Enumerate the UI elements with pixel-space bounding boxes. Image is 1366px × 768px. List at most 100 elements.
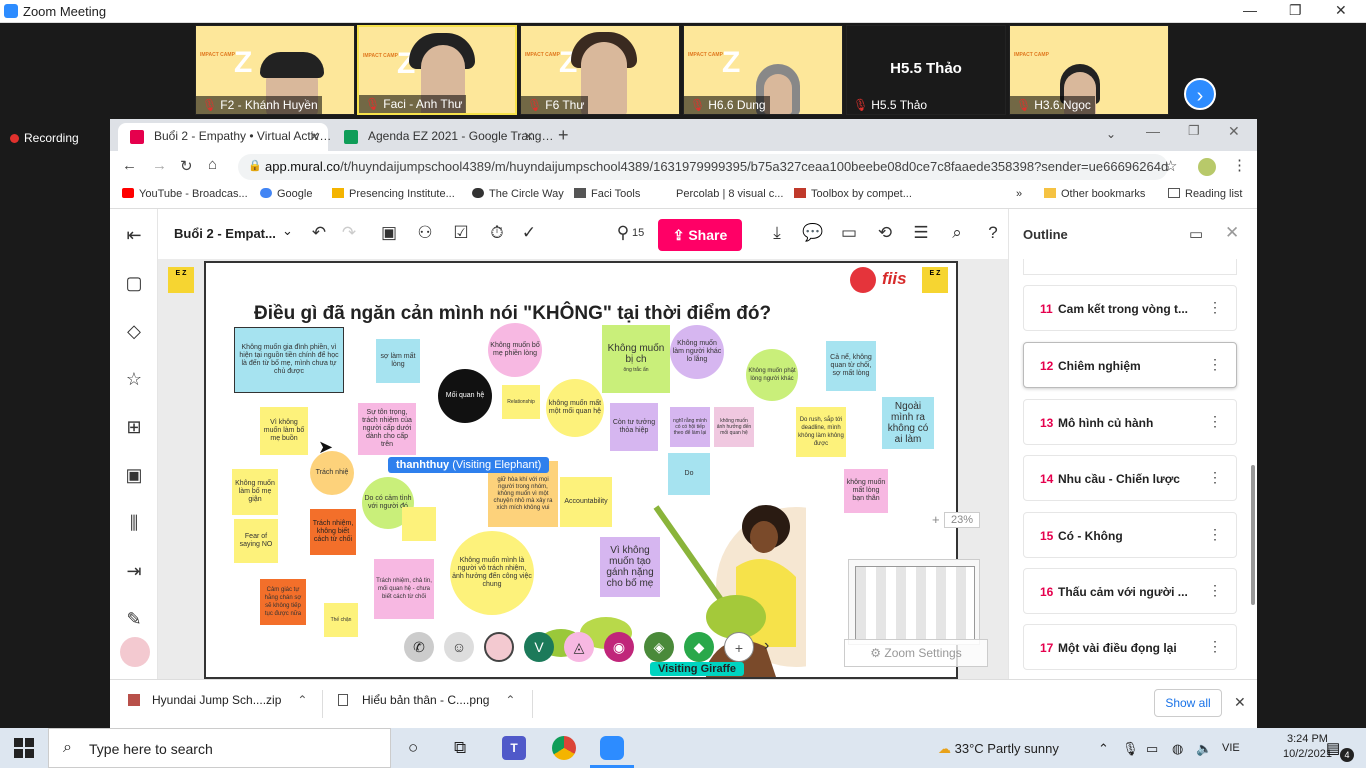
help-icon[interactable]: ?: [982, 222, 1004, 244]
animal-avatar-icon[interactable]: ◈: [644, 632, 674, 662]
download-item[interactable]: Hyundai Jump Sch....zip ⌃: [128, 693, 307, 707]
star-icon[interactable]: ☆: [122, 367, 146, 391]
participant-tile[interactable]: IMPACT CAMP Z 🎙 F2 - Khánh Huyền: [195, 25, 355, 115]
shapes-icon[interactable]: ◇: [122, 319, 146, 343]
sticky-note[interactable]: Trách nhiệm, chả tin, mối quan hệ - chưa…: [374, 559, 434, 619]
outline-item[interactable]: 15 Có - Không ⋮: [1023, 512, 1237, 558]
new-tab-icon[interactable]: +: [558, 125, 569, 146]
more-bookmarks-icon[interactable]: »: [1016, 188, 1022, 200]
bookmark-item[interactable]: The Circle Way: [472, 188, 564, 200]
exit-icon[interactable]: ⇤: [122, 223, 146, 247]
sticky-note[interactable]: Sự tôn trọng, trách nhiệm của người cấp …: [358, 403, 416, 455]
more-icon[interactable]: ⋮: [1208, 582, 1222, 599]
more-icon[interactable]: ⋮: [1208, 413, 1222, 430]
pen-icon[interactable]: ✎: [122, 607, 146, 631]
next-page-button[interactable]: ›: [1184, 78, 1216, 110]
phone-icon[interactable]: ✆: [404, 632, 434, 662]
menu-icon[interactable]: ⋮: [1232, 156, 1247, 174]
notification-icon[interactable]: ▤: [1326, 739, 1340, 757]
user-avatar[interactable]: [120, 637, 150, 667]
history-icon[interactable]: ⟲: [874, 222, 896, 244]
sticky-note[interactable]: Vì không muốn làm bố mẹ buồn: [260, 407, 308, 455]
sticky-note[interactable]: Fear of saying NO: [234, 519, 278, 563]
sticky-note[interactable]: Không muốn gia đình phiền, vì hiện tại n…: [234, 327, 344, 393]
participant-tile-no-video[interactable]: H5.5 Thảo 🎙 H5.5 Thảo: [846, 25, 1006, 115]
close-tab-icon[interactable]: ✕: [523, 129, 534, 145]
sticky-note[interactable]: Không muốn bị ch ông trắc ẩn: [602, 325, 670, 393]
zoom-in-icon[interactable]: +: [932, 512, 940, 527]
sticky-circle[interactable]: không muốn mất một mối quan hệ: [546, 379, 604, 437]
microphone-icon[interactable]: 🎙: [1122, 741, 1139, 757]
more-icon[interactable]: ⋮: [1208, 356, 1222, 373]
address-bar[interactable]: 🔒 app.mural.co/t/huyndaijumpschool4389/m/…: [238, 154, 1168, 180]
chevron-up-icon[interactable]: ⌃: [297, 693, 307, 707]
minimap[interactable]: [848, 559, 980, 645]
windows-start-icon[interactable]: [14, 738, 34, 758]
outline-item[interactable]: 17 Một vài điều đọng lại ⋮: [1023, 624, 1237, 670]
present-icon[interactable]: ▭: [1189, 225, 1203, 243]
import-icon[interactable]: ⇥: [122, 559, 146, 583]
home-icon[interactable]: ⌂: [208, 156, 217, 173]
network-icon[interactable]: ◍: [1172, 741, 1183, 757]
sticky-note[interactable]: Thế chặn: [324, 603, 358, 637]
show-all-button[interactable]: Show all: [1154, 689, 1222, 717]
outline-item[interactable]: 11 Cam kết trong vòng t... ⋮: [1023, 285, 1237, 331]
outline-icon[interactable]: ☰: [910, 222, 932, 244]
library-icon[interactable]: ⫼: [122, 511, 146, 535]
sticky-note-blank[interactable]: [402, 507, 436, 541]
board-name[interactable]: Buổi 2 - Empat...: [174, 226, 276, 241]
sticky-circle[interactable]: Không muốn phật lòng người khác: [746, 349, 798, 401]
bookmark-item[interactable]: Google: [260, 188, 312, 200]
outline-item[interactable]: 16 Thấu cảm với người ... ⋮: [1023, 568, 1237, 614]
participant-tile[interactable]: IMPACT CAMP Z 🎙 H6.6 Dung: [683, 25, 843, 115]
maximize-icon[interactable]: ❐: [1289, 2, 1302, 19]
animal-avatar-icon[interactable]: ◉: [604, 632, 634, 662]
tab-mural[interactable]: Buổi 2 - Empathy • Virtual Activ… ✕: [118, 123, 331, 151]
sticky-note[interactable]: Relationship: [502, 385, 540, 419]
tray-chevron-icon[interactable]: ⌃: [1098, 741, 1109, 757]
avatar-v[interactable]: V: [524, 632, 554, 662]
tab-search-icon[interactable]: ⌄: [1106, 127, 1116, 141]
chevron-right-icon[interactable]: ›: [764, 637, 769, 655]
more-icon[interactable]: ⋮: [1208, 526, 1222, 543]
checkbox-icon[interactable]: ☑: [450, 222, 472, 244]
battery-icon[interactable]: ▭: [1146, 741, 1158, 757]
animal-avatar-icon[interactable]: ◬: [564, 632, 594, 662]
sticky-circle[interactable]: Không muốn bố mẹ phiền lòng: [488, 323, 542, 377]
participant-tile[interactable]: IMPACT CAMP Z 🎙 F6 Thư: [520, 25, 680, 115]
outline-item[interactable]: 13 Mô hình củ hành ⋮: [1023, 399, 1237, 445]
participant-tile-speaking[interactable]: IMPACT CAMP Z 🎙 Faci - Anh Thư: [357, 25, 517, 115]
minimize-icon[interactable]: —: [1146, 123, 1160, 139]
minimize-icon[interactable]: —: [1243, 2, 1257, 18]
more-icon[interactable]: ⋮: [1208, 638, 1222, 655]
timer-icon[interactable]: ⏱: [486, 222, 508, 244]
clock[interactable]: 3:24 PM 10/2/2021: [1283, 732, 1332, 762]
sticky-note[interactable]: Cả nể, không quan từ chối, sợ mất lòng: [826, 341, 876, 391]
sticky-note[interactable]: nghĩ rằng mình có có hội tiếp theo để là…: [670, 407, 710, 447]
close-tab-icon[interactable]: ✕: [309, 129, 320, 145]
sticky-circle[interactable]: Không muốn mình là người vô trách nhiệm,…: [450, 531, 534, 615]
forward-icon[interactable]: →: [152, 157, 167, 174]
sticky-note[interactable]: không muốn mất lòng bạn thân: [844, 469, 888, 513]
search-icon[interactable]: ⌕: [946, 222, 968, 244]
chat-icon[interactable]: 💬: [802, 222, 824, 244]
outline-item-selected[interactable]: 12 Chiêm nghiệm ⋮: [1023, 342, 1237, 388]
bookmark-item[interactable]: Percolab | 8 visual c...: [676, 188, 783, 200]
tab-sheets[interactable]: Agenda EZ 2021 - Google Trang… ✕: [332, 123, 553, 151]
cortana-icon[interactable]: ○: [408, 738, 418, 758]
sticky-note[interactable]: Còn tư tưởng thỏa hiệp: [610, 403, 658, 451]
bookmark-item[interactable]: Faci Tools: [574, 188, 640, 200]
bookmark-item[interactable]: Presencing Institute...: [332, 188, 455, 200]
mural-canvas[interactable]: E Z fiis E Z Điều gì đã ngăn cản mình nó…: [158, 259, 1008, 679]
bookmark-item[interactable]: YouTube - Broadcas...: [122, 188, 248, 200]
chrome-icon[interactable]: [552, 736, 576, 760]
reload-icon[interactable]: ↻: [180, 157, 193, 175]
redo-icon[interactable]: ↷: [338, 222, 360, 244]
close-icon[interactable]: ✕: [1225, 223, 1239, 243]
download-icon[interactable]: ⤓: [766, 222, 788, 244]
weather-widget[interactable]: ☁ 33°C Partly sunny: [938, 741, 1059, 757]
sticky-note[interactable]: không muốn ảnh hưởng đến mối quan hệ: [714, 407, 754, 447]
sticky-note[interactable]: Trách nhiệm, không biết cách từ chối: [310, 509, 356, 555]
scrollbar[interactable]: [1251, 465, 1255, 605]
zoom-settings-button[interactable]: ⚙ Zoom Settings: [844, 639, 988, 667]
